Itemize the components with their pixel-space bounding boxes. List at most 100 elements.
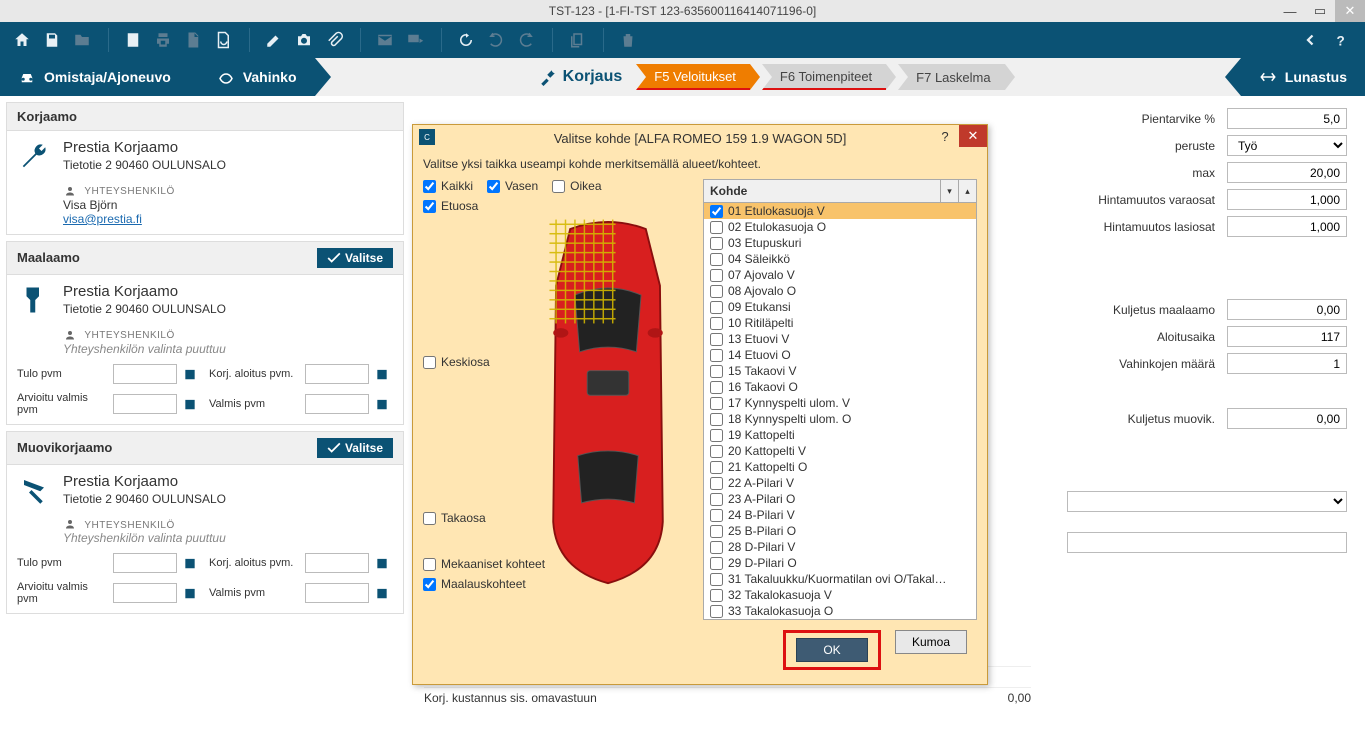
list-header-dropdown[interactable]: ▾ xyxy=(940,180,958,202)
target-checkbox[interactable] xyxy=(710,413,723,426)
target-item[interactable]: 22 A-Pilari V xyxy=(704,475,976,491)
refresh-doc-icon[interactable] xyxy=(209,26,237,54)
step-f5-charges[interactable]: F5 Veloitukset xyxy=(636,64,750,90)
target-item[interactable]: 32 Takalokasuoja V xyxy=(704,587,976,603)
target-item[interactable]: 07 Ajovalo V xyxy=(704,267,976,283)
target-checkbox[interactable] xyxy=(710,253,723,266)
aloitusaika-input[interactable] xyxy=(1227,326,1347,347)
target-item[interactable]: 04 Säleikkö xyxy=(704,251,976,267)
target-item[interactable]: 20 Kattopelti V xyxy=(704,443,976,459)
check-oikea[interactable]: Oikea xyxy=(552,179,601,193)
target-item[interactable]: 15 Takaovi V xyxy=(704,363,976,379)
save-icon[interactable] xyxy=(38,26,66,54)
dialog-close-button[interactable]: ✕ xyxy=(959,125,987,147)
calendar-icon[interactable] xyxy=(373,584,391,602)
target-checkbox[interactable] xyxy=(710,477,723,490)
target-item[interactable]: 24 B-Pilari V xyxy=(704,507,976,523)
dialog-help-button[interactable]: ? xyxy=(931,125,959,147)
select-paint-shop-button[interactable]: Valitse xyxy=(317,248,393,268)
list-header-kohde[interactable]: Kohde xyxy=(704,180,940,202)
hm-lasiosat-input[interactable] xyxy=(1227,216,1347,237)
car-diagram[interactable] xyxy=(523,199,693,609)
target-checkbox[interactable] xyxy=(710,237,723,250)
target-checkbox[interactable] xyxy=(710,461,723,474)
target-checkbox[interactable] xyxy=(710,317,723,330)
hm-varaosat-input[interactable] xyxy=(1227,189,1347,210)
date-valmis-input-2[interactable] xyxy=(305,583,369,603)
check-vasen[interactable]: Vasen xyxy=(487,179,538,193)
peruste-select[interactable]: Työ xyxy=(1227,135,1347,156)
date-arvioitu-input[interactable] xyxy=(113,394,177,414)
select-plastic-shop-button[interactable]: Valitse xyxy=(317,438,393,458)
date-aloitus-input-2[interactable] xyxy=(305,553,369,573)
target-item[interactable]: 10 Ritiläpelti xyxy=(704,315,976,331)
extra-input[interactable] xyxy=(1067,532,1347,553)
kuljetus-maalaamo-input[interactable] xyxy=(1227,299,1347,320)
list-scroll-up[interactable]: ▴ xyxy=(958,180,976,202)
target-checkbox[interactable] xyxy=(710,589,723,602)
tab-redeem[interactable]: Lunastus xyxy=(1241,58,1365,96)
date-tulo-input-2[interactable] xyxy=(113,553,177,573)
target-item[interactable]: 19 Kattopelti xyxy=(704,427,976,443)
target-item[interactable]: 16 Takaovi O xyxy=(704,379,976,395)
calendar-icon[interactable] xyxy=(181,554,199,572)
contact-email[interactable]: visa@prestia.fi xyxy=(63,212,393,226)
calculator-icon[interactable] xyxy=(119,26,147,54)
cancel-button[interactable]: Kumoa xyxy=(895,630,967,654)
date-valmis-input[interactable] xyxy=(305,394,369,414)
check-keskiosa[interactable]: Keskiosa xyxy=(423,355,513,369)
target-item[interactable]: 25 B-Pilari O xyxy=(704,523,976,539)
calendar-icon[interactable] xyxy=(373,554,391,572)
target-checkbox[interactable] xyxy=(710,557,723,570)
target-item[interactable]: 08 Ajovalo O xyxy=(704,283,976,299)
target-item[interactable]: 31 Takaluukku/Kuormatilan ovi O/Takal… xyxy=(704,571,976,587)
check-etuosa[interactable]: Etuosa xyxy=(423,199,513,213)
tab-damage[interactable]: Vahinko xyxy=(189,58,315,96)
help-icon[interactable]: ? xyxy=(1327,26,1355,54)
calendar-icon[interactable] xyxy=(373,365,391,383)
camera-icon[interactable] xyxy=(290,26,318,54)
target-checkbox[interactable] xyxy=(710,365,723,378)
target-item[interactable]: 23 A-Pilari O xyxy=(704,491,976,507)
target-checkbox[interactable] xyxy=(710,573,723,586)
target-item[interactable]: 14 Etuovi O xyxy=(704,347,976,363)
date-arvioitu-input-2[interactable] xyxy=(113,583,177,603)
max-input[interactable] xyxy=(1227,162,1347,183)
target-checkbox[interactable] xyxy=(710,333,723,346)
target-item[interactable]: 18 Kynnyspelti ulom. O xyxy=(704,411,976,427)
target-checkbox[interactable] xyxy=(710,381,723,394)
calendar-icon[interactable] xyxy=(181,365,199,383)
target-item[interactable]: 13 Etuovi V xyxy=(704,331,976,347)
target-checkbox[interactable] xyxy=(710,205,723,218)
target-checkbox[interactable] xyxy=(710,525,723,538)
target-checkbox[interactable] xyxy=(710,605,723,618)
target-item[interactable]: 02 Etulokasuoja O xyxy=(704,219,976,235)
target-item[interactable]: 09 Etukansi xyxy=(704,299,976,315)
close-button[interactable]: ✕ xyxy=(1335,0,1365,22)
home-icon[interactable] xyxy=(8,26,36,54)
target-item[interactable]: 17 Kynnyspelti ulom. V xyxy=(704,395,976,411)
target-checkbox[interactable] xyxy=(710,429,723,442)
tab-owner-vehicle[interactable]: Omistaja/Ajoneuvo xyxy=(0,58,189,96)
target-item[interactable]: 29 D-Pilari O xyxy=(704,555,976,571)
target-item[interactable]: 28 D-Pilari V xyxy=(704,539,976,555)
target-checkbox[interactable] xyxy=(710,349,723,362)
edit-icon[interactable] xyxy=(260,26,288,54)
target-checkbox[interactable] xyxy=(710,269,723,282)
check-mekaaniset[interactable]: Mekaaniset kohteet xyxy=(423,557,513,571)
check-kaikki[interactable]: Kaikki xyxy=(423,179,473,193)
date-aloitus-input[interactable] xyxy=(305,364,369,384)
target-item[interactable]: 21 Kattopelti O xyxy=(704,459,976,475)
target-item[interactable]: 01 Etulokasuoja V xyxy=(704,203,976,219)
step-f6-actions[interactable]: F6 Toimenpiteet xyxy=(762,64,886,90)
maximize-button[interactable]: ▭ xyxy=(1305,0,1335,22)
target-checkbox[interactable] xyxy=(710,445,723,458)
target-checkbox[interactable] xyxy=(710,285,723,298)
extra-select[interactable] xyxy=(1067,491,1347,512)
minimize-button[interactable]: — xyxy=(1275,0,1305,22)
check-maalaus[interactable]: Maalauskohteet xyxy=(423,577,513,591)
pientarvike-input[interactable] xyxy=(1227,108,1347,129)
target-checkbox[interactable] xyxy=(710,541,723,554)
step-f7-calculation[interactable]: F7 Laskelma xyxy=(898,64,1004,90)
calendar-icon[interactable] xyxy=(373,395,391,413)
